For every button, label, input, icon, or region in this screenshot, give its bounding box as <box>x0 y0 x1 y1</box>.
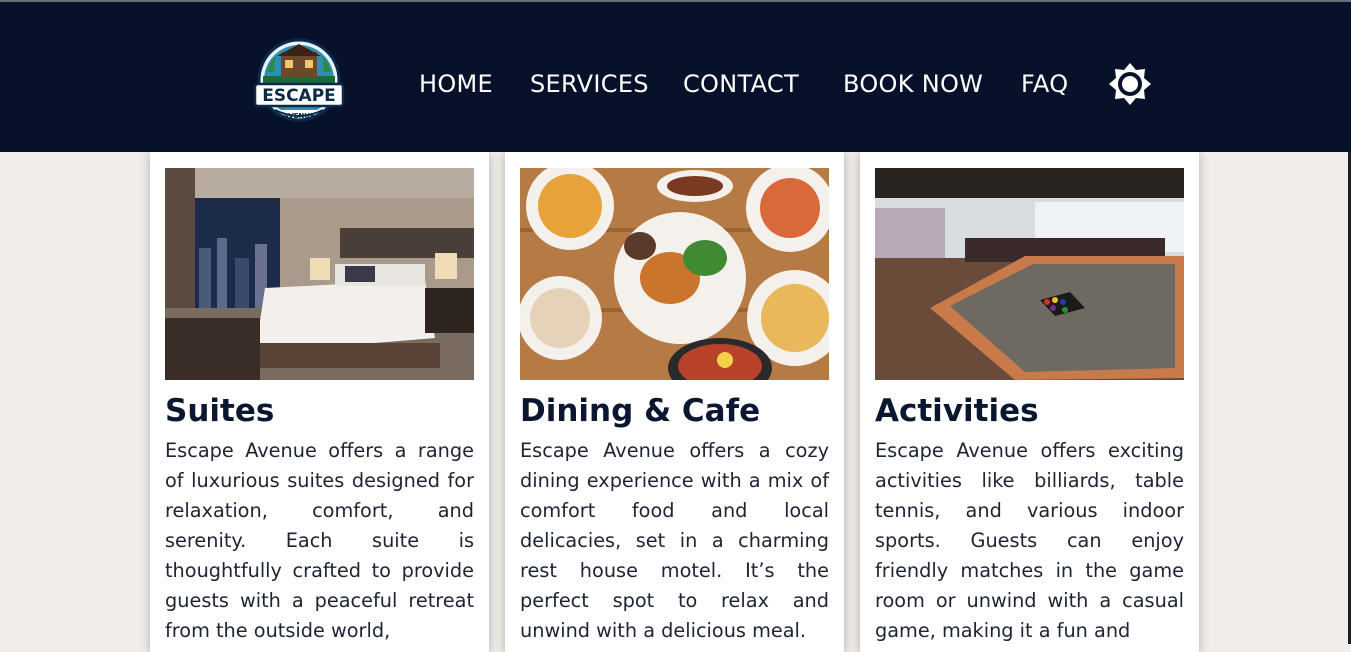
nav-contact[interactable]: CONTACT <box>683 68 799 100</box>
escape-avenue-logo[interactable]: ESCAPE AVENUE <box>253 38 345 126</box>
theme-toggle-button[interactable] <box>1108 62 1152 106</box>
suites-image <box>165 168 474 380</box>
nav-home[interactable]: HOME <box>419 68 493 100</box>
sun-icon <box>1109 63 1151 105</box>
service-card-suites: Suites Escape Avenue offers a range of l… <box>150 152 489 652</box>
card-title: Activities <box>875 393 1039 429</box>
activities-image <box>875 168 1184 380</box>
service-card-activities: Activities Escape Avenue offers exciting… <box>860 152 1199 652</box>
nav-book-now[interactable]: BOOK NOW <box>843 68 983 100</box>
logo-wordmark: ESCAPE <box>262 86 336 106</box>
service-card-dining: Dining & Cafe Escape Avenue offers a coz… <box>505 152 844 652</box>
card-title: Suites <box>165 393 275 429</box>
nav-faq[interactable]: FAQ <box>1021 68 1068 100</box>
logo-subtitle: AVENUE <box>283 112 315 120</box>
card-description: Escape Avenue offers a range of luxuriou… <box>165 439 474 642</box>
site-header: ESCAPE AVENUE HOME SERVICES CONTACT BOOK… <box>0 2 1351 152</box>
card-description: Escape Avenue offers a cozy dining exper… <box>520 439 829 642</box>
card-title: Dining & Cafe <box>520 393 761 429</box>
dining-image <box>520 168 829 380</box>
nav-services[interactable]: SERVICES <box>530 68 649 100</box>
card-description: Escape Avenue offers exciting activities… <box>875 439 1184 642</box>
